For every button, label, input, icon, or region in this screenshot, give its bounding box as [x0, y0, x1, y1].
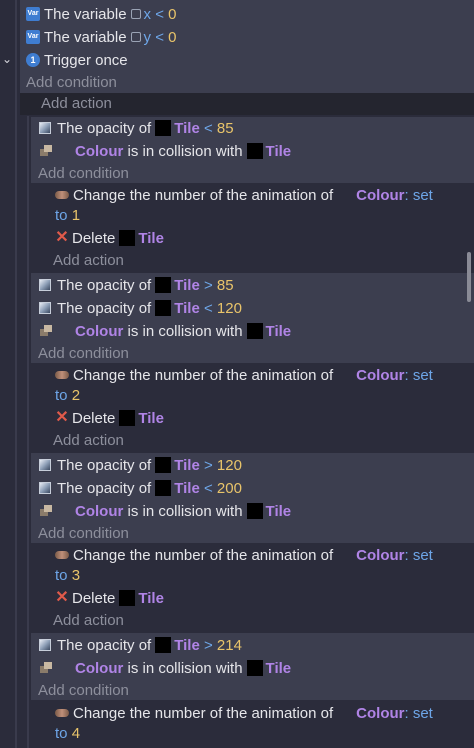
scene-variable-icon	[130, 9, 141, 19]
add-action-link[interactable]: Add action	[53, 249, 124, 271]
condition-opacity[interactable]: The opacity of Tile < 85	[39, 117, 234, 139]
object-thumbnail	[119, 410, 136, 426]
condition-variable-x[interactable]: Var The variable x < 0	[26, 3, 177, 25]
add-action-link[interactable]: Add action	[53, 429, 124, 451]
action-delete[interactable]: ✕ Delete Tile	[55, 227, 164, 249]
variable-icon: Var	[26, 30, 40, 44]
chevron-down-icon[interactable]: ⌄	[2, 52, 12, 66]
condition-opacity[interactable]: The opacity of Tile < 200	[39, 477, 242, 499]
object-thumbnail	[119, 590, 136, 606]
condition-variable-y[interactable]: Var The variable y < 0	[26, 26, 177, 48]
add-condition-link[interactable]: Add condition	[26, 71, 117, 93]
action-change-animation[interactable]: Change the number of the animation of Co…	[55, 364, 465, 386]
action-change-animation-value[interactable]: to 3	[55, 564, 80, 586]
scene-variable-icon	[130, 32, 141, 42]
action-delete[interactable]: ✕ Delete Tile	[55, 587, 164, 609]
event-tree-line	[15, 0, 17, 748]
condition-collision[interactable]: Colour is in collision with Tile	[39, 657, 291, 679]
action-change-animation[interactable]: Change the number of the animation of Co…	[55, 544, 465, 566]
animation-icon	[55, 191, 69, 199]
condition-opacity[interactable]: The opacity of Tile > 120	[39, 454, 242, 476]
condition-opacity[interactable]: The opacity of Tile > 214	[39, 634, 242, 656]
object-thumbnail	[119, 230, 136, 246]
opacity-icon	[39, 482, 51, 494]
delete-icon: ✕	[55, 589, 69, 606]
object-thumbnail	[246, 503, 263, 519]
object-thumbnail	[155, 120, 172, 136]
add-condition-link[interactable]: Add condition	[38, 522, 129, 544]
condition-collision[interactable]: Colour is in collision with Tile	[39, 500, 291, 522]
condition-collision[interactable]: Colour is in collision with Tile	[39, 140, 291, 162]
collapse-chevron[interactable]: ⌄	[0, 48, 14, 70]
delete-icon: ✕	[55, 409, 69, 426]
animation-icon	[55, 709, 69, 717]
delete-icon: ✕	[55, 229, 69, 246]
add-condition-link[interactable]: Add condition	[38, 679, 129, 701]
animation-icon	[55, 371, 69, 379]
add-action-link[interactable]: Add action	[41, 92, 112, 114]
object-thumbnail	[246, 143, 263, 159]
opacity-icon	[39, 302, 51, 314]
condition-opacity[interactable]: The opacity of Tile > 85	[39, 274, 234, 296]
add-condition-link[interactable]: Add condition	[38, 162, 129, 184]
object-thumbnail	[155, 300, 172, 316]
collision-icon	[39, 144, 53, 158]
collision-icon	[39, 661, 53, 675]
condition-trigger-once[interactable]: 1 Trigger once	[26, 49, 128, 71]
action-change-animation-value[interactable]: to 4	[55, 722, 80, 744]
sub-event-tree-line	[27, 116, 29, 748]
object-thumbnail	[155, 480, 172, 496]
action-change-animation-value[interactable]: to 1	[55, 204, 80, 226]
opacity-icon	[39, 279, 51, 291]
object-thumbnail	[246, 323, 263, 339]
action-change-animation[interactable]: Change the number of the animation of Co…	[55, 184, 465, 206]
action-delete[interactable]: ✕ Delete Tile	[55, 407, 164, 429]
action-change-animation-value[interactable]: to 2	[55, 384, 80, 406]
object-thumbnail	[155, 637, 172, 653]
collision-icon	[39, 324, 53, 338]
object-thumbnail	[246, 660, 263, 676]
condition-opacity[interactable]: The opacity of Tile < 120	[39, 297, 242, 319]
condition-collision[interactable]: Colour is in collision with Tile	[39, 320, 291, 342]
animation-icon	[55, 551, 69, 559]
vertical-scrollbar-thumb[interactable]	[467, 252, 471, 302]
collision-icon	[39, 504, 53, 518]
action-change-animation[interactable]: Change the number of the animation of Co…	[55, 702, 465, 724]
add-action-link[interactable]: Add action	[53, 609, 124, 631]
add-condition-link[interactable]: Add condition	[38, 342, 129, 364]
object-thumbnail	[155, 277, 172, 293]
opacity-icon	[39, 122, 51, 134]
variable-icon: Var	[26, 7, 40, 21]
object-thumbnail	[155, 457, 172, 473]
trigger-once-icon: 1	[26, 53, 40, 67]
opacity-icon	[39, 639, 51, 651]
opacity-icon	[39, 459, 51, 471]
